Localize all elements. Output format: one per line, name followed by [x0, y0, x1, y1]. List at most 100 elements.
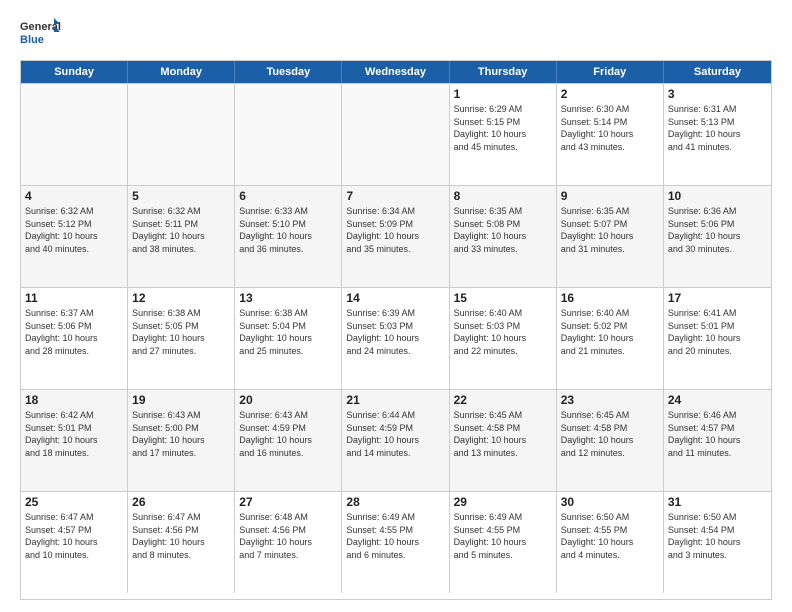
cell-info: Sunrise: 6:31 AM Sunset: 5:13 PM Dayligh…	[668, 103, 767, 153]
table-row: 23Sunrise: 6:45 AM Sunset: 4:58 PM Dayli…	[557, 390, 664, 491]
day-number: 1	[454, 87, 552, 101]
day-number: 10	[668, 189, 767, 203]
cell-info: Sunrise: 6:38 AM Sunset: 5:05 PM Dayligh…	[132, 307, 230, 357]
table-row: 14Sunrise: 6:39 AM Sunset: 5:03 PM Dayli…	[342, 288, 449, 389]
header-thursday: Thursday	[450, 61, 557, 83]
day-number: 15	[454, 291, 552, 305]
day-number: 6	[239, 189, 337, 203]
day-number: 26	[132, 495, 230, 509]
header-friday: Friday	[557, 61, 664, 83]
day-number: 2	[561, 87, 659, 101]
cell-info: Sunrise: 6:45 AM Sunset: 4:58 PM Dayligh…	[454, 409, 552, 459]
day-number: 5	[132, 189, 230, 203]
day-number: 13	[239, 291, 337, 305]
calendar-body: 1 Sunrise: 6:29 AM Sunset: 5:15 PM Daylig…	[21, 83, 771, 593]
table-row: 19 Sunrise: 6:43 AM Sunset: 5:00 PM Dayli…	[128, 390, 235, 491]
day-number: 17	[668, 291, 767, 305]
header-wednesday: Wednesday	[342, 61, 449, 83]
table-row: 8 Sunrise: 6:35 AM Sunset: 5:08 PM Daylig…	[450, 186, 557, 287]
header-saturday: Saturday	[664, 61, 771, 83]
calendar-header: Sunday Monday Tuesday Wednesday Thursday…	[21, 61, 771, 83]
day-number: 25	[25, 495, 123, 509]
table-row: 13Sunrise: 6:38 AM Sunset: 5:04 PM Dayli…	[235, 288, 342, 389]
day-number: 27	[239, 495, 337, 509]
header-tuesday: Tuesday	[235, 61, 342, 83]
table-row	[128, 84, 235, 185]
day-number: 28	[346, 495, 444, 509]
table-row: 17 Sunrise: 6:41 AM Sunset: 5:01 PM Dayli…	[664, 288, 771, 389]
day-number: 3	[668, 87, 767, 101]
cell-info: Sunrise: 6:29 AM Sunset: 5:15 PM Dayligh…	[454, 103, 552, 153]
cell-info: Sunrise: 6:30 AM Sunset: 5:14 PM Dayligh…	[561, 103, 659, 153]
table-row: 11 Sunrise: 6:37 AM Sunset: 5:06 PM Dayli…	[21, 288, 128, 389]
table-row: 30 Sunrise: 6:50 AM Sunset: 4:55 PM Dayli…	[557, 492, 664, 593]
cell-info: Sunrise: 6:49 AM Sunset: 4:55 PM Dayligh…	[454, 511, 552, 561]
cell-info: Sunrise: 6:40 AM Sunset: 5:03 PM Dayligh…	[454, 307, 552, 357]
table-row: 20 Sunrise: 6:43 AM Sunset: 4:59 PM Dayli…	[235, 390, 342, 491]
day-number: 19	[132, 393, 230, 407]
logo-svg: General Blue	[20, 16, 62, 52]
cell-info: Sunrise: 6:47 AM Sunset: 4:56 PM Dayligh…	[132, 511, 230, 561]
day-number: 16	[561, 291, 659, 305]
cell-info: Sunrise: 6:40 AM Sunset: 5:02 PM Dayligh…	[561, 307, 659, 357]
table-row: 22 Sunrise: 6:45 AM Sunset: 4:58 PM Dayli…	[450, 390, 557, 491]
table-row: 10 Sunrise: 6:36 AM Sunset: 5:06 PM Dayli…	[664, 186, 771, 287]
calendar-row: 4Sunrise: 6:32 AM Sunset: 5:12 PM Daylig…	[21, 185, 771, 287]
calendar-row: 1 Sunrise: 6:29 AM Sunset: 5:15 PM Daylig…	[21, 83, 771, 185]
calendar-row: 25Sunrise: 6:47 AM Sunset: 4:57 PM Dayli…	[21, 491, 771, 593]
calendar-row: 11 Sunrise: 6:37 AM Sunset: 5:06 PM Dayli…	[21, 287, 771, 389]
day-number: 30	[561, 495, 659, 509]
day-number: 22	[454, 393, 552, 407]
day-number: 8	[454, 189, 552, 203]
table-row: 4Sunrise: 6:32 AM Sunset: 5:12 PM Daylig…	[21, 186, 128, 287]
calendar-row: 18Sunrise: 6:42 AM Sunset: 5:01 PM Dayli…	[21, 389, 771, 491]
table-row: 6Sunrise: 6:33 AM Sunset: 5:10 PM Daylig…	[235, 186, 342, 287]
table-row: 2 Sunrise: 6:30 AM Sunset: 5:14 PM Daylig…	[557, 84, 664, 185]
table-row: 7 Sunrise: 6:34 AM Sunset: 5:09 PM Daylig…	[342, 186, 449, 287]
table-row: 16 Sunrise: 6:40 AM Sunset: 5:02 PM Dayli…	[557, 288, 664, 389]
cell-info: Sunrise: 6:34 AM Sunset: 5:09 PM Dayligh…	[346, 205, 444, 255]
svg-text:Blue: Blue	[20, 34, 44, 46]
day-number: 23	[561, 393, 659, 407]
table-row: 15 Sunrise: 6:40 AM Sunset: 5:03 PM Dayli…	[450, 288, 557, 389]
cell-info: Sunrise: 6:49 AM Sunset: 4:55 PM Dayligh…	[346, 511, 444, 561]
header-monday: Monday	[128, 61, 235, 83]
day-number: 29	[454, 495, 552, 509]
day-number: 31	[668, 495, 767, 509]
day-number: 4	[25, 189, 123, 203]
day-number: 24	[668, 393, 767, 407]
cell-info: Sunrise: 6:43 AM Sunset: 4:59 PM Dayligh…	[239, 409, 337, 459]
table-row: 29 Sunrise: 6:49 AM Sunset: 4:55 PM Dayli…	[450, 492, 557, 593]
header-sunday: Sunday	[21, 61, 128, 83]
cell-info: Sunrise: 6:41 AM Sunset: 5:01 PM Dayligh…	[668, 307, 767, 357]
day-number: 11	[25, 291, 123, 305]
cell-info: Sunrise: 6:39 AM Sunset: 5:03 PM Dayligh…	[346, 307, 444, 357]
day-number: 9	[561, 189, 659, 203]
cell-info: Sunrise: 6:50 AM Sunset: 4:55 PM Dayligh…	[561, 511, 659, 561]
cell-info: Sunrise: 6:46 AM Sunset: 4:57 PM Dayligh…	[668, 409, 767, 459]
table-row	[235, 84, 342, 185]
table-row: 31 Sunrise: 6:50 AM Sunset: 4:54 PM Dayli…	[664, 492, 771, 593]
table-row: 1 Sunrise: 6:29 AM Sunset: 5:15 PM Daylig…	[450, 84, 557, 185]
day-number: 7	[346, 189, 444, 203]
table-row: 5 Sunrise: 6:32 AM Sunset: 5:11 PM Daylig…	[128, 186, 235, 287]
day-number: 21	[346, 393, 444, 407]
cell-info: Sunrise: 6:50 AM Sunset: 4:54 PM Dayligh…	[668, 511, 767, 561]
table-row: 27Sunrise: 6:48 AM Sunset: 4:56 PM Dayli…	[235, 492, 342, 593]
cell-info: Sunrise: 6:42 AM Sunset: 5:01 PM Dayligh…	[25, 409, 123, 459]
table-row: 24 Sunrise: 6:46 AM Sunset: 4:57 PM Dayli…	[664, 390, 771, 491]
table-row	[342, 84, 449, 185]
table-row: 3 Sunrise: 6:31 AM Sunset: 5:13 PM Daylig…	[664, 84, 771, 185]
table-row: 25Sunrise: 6:47 AM Sunset: 4:57 PM Dayli…	[21, 492, 128, 593]
day-number: 20	[239, 393, 337, 407]
table-row: 9Sunrise: 6:35 AM Sunset: 5:07 PM Daylig…	[557, 186, 664, 287]
cell-info: Sunrise: 6:37 AM Sunset: 5:06 PM Dayligh…	[25, 307, 123, 357]
cell-info: Sunrise: 6:36 AM Sunset: 5:06 PM Dayligh…	[668, 205, 767, 255]
cell-info: Sunrise: 6:35 AM Sunset: 5:08 PM Dayligh…	[454, 205, 552, 255]
table-row: 12 Sunrise: 6:38 AM Sunset: 5:05 PM Dayli…	[128, 288, 235, 389]
day-number: 12	[132, 291, 230, 305]
cell-info: Sunrise: 6:32 AM Sunset: 5:11 PM Dayligh…	[132, 205, 230, 255]
cell-info: Sunrise: 6:43 AM Sunset: 5:00 PM Dayligh…	[132, 409, 230, 459]
table-row: 26 Sunrise: 6:47 AM Sunset: 4:56 PM Dayli…	[128, 492, 235, 593]
logo: General Blue	[20, 16, 62, 52]
